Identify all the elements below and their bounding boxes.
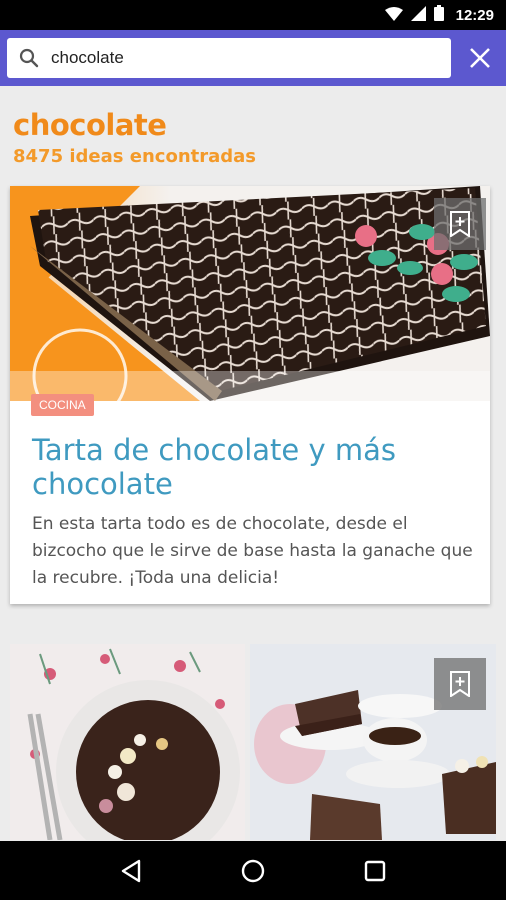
back-button[interactable] (101, 846, 161, 896)
status-bar: 12:29 (0, 0, 506, 30)
recipe-description: En esta tarta todo es de chocolate, desd… (32, 514, 473, 588)
recipe-tile-right[interactable] (250, 644, 496, 840)
recipe-title[interactable]: Tarta de chocolate y más chocolate (32, 433, 472, 501)
wifi-icon (384, 6, 403, 25)
recipe-card[interactable]: COCINA Tarta de chocolate y más chocolat… (10, 186, 490, 604)
recents-button[interactable] (345, 846, 405, 896)
chocolate-cake-photo (10, 644, 245, 840)
recents-icon (364, 860, 386, 881)
search-bar (0, 30, 506, 86)
home-button[interactable] (223, 846, 283, 896)
bookmark-button-tile[interactable] (434, 658, 486, 710)
bookmark-add-icon (450, 671, 470, 697)
clock: 12:29 (455, 6, 494, 24)
bookmark-button[interactable] (434, 198, 486, 250)
results-title: chocolate (13, 108, 167, 142)
bookmark-add-icon (450, 211, 470, 237)
close-button[interactable] (454, 30, 506, 86)
close-icon (470, 48, 490, 68)
category-tag: COCINA (31, 394, 94, 416)
signal-icon (410, 5, 426, 25)
home-icon (241, 859, 265, 882)
recipe-tile-left[interactable] (10, 644, 245, 840)
battery-icon (433, 5, 444, 25)
recipe-hero-image (10, 186, 490, 401)
back-icon (121, 859, 141, 882)
search-input[interactable] (51, 48, 431, 68)
search-icon (7, 38, 51, 78)
navigation-bar (0, 841, 506, 900)
search-box[interactable] (7, 38, 451, 78)
results-count: 8475 ideas encontradas (13, 146, 256, 167)
